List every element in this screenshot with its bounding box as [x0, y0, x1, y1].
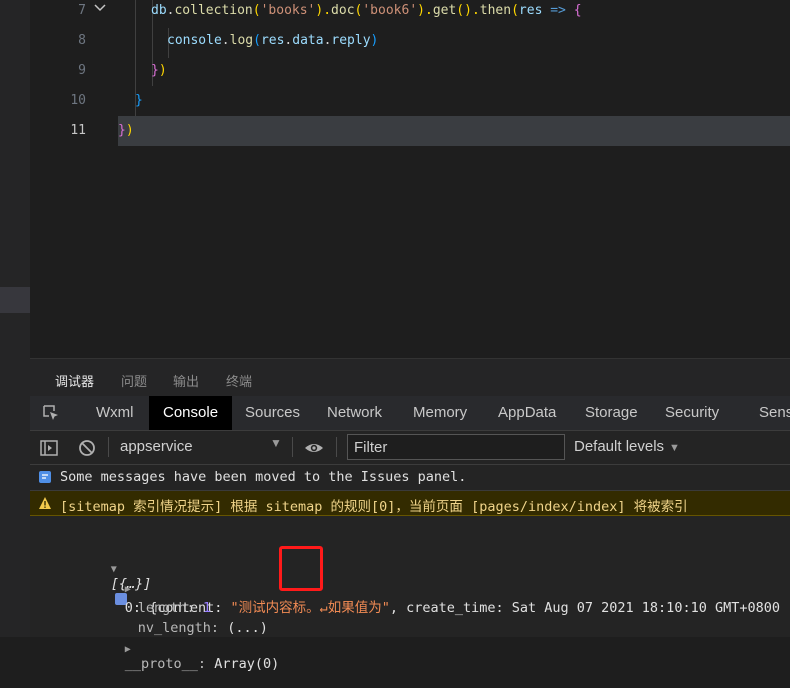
- tab-wxml[interactable]: Wxml: [82, 396, 148, 430]
- row0-rest: , create_time: Sat Aug 07 2021 18:10:10 …: [389, 600, 790, 616]
- tab-memory[interactable]: Memory: [399, 396, 481, 430]
- code-line-9[interactable]: }): [151, 63, 167, 78]
- tab-sources[interactable]: Sources: [231, 396, 314, 430]
- code-line-11[interactable]: }): [118, 123, 134, 138]
- toolbar-divider: [336, 437, 337, 457]
- code-line-7[interactable]: db.collection('books').doc('book6').get(…: [151, 3, 582, 18]
- tab-output[interactable]: 输出: [173, 371, 199, 390]
- eye-icon[interactable]: [304, 438, 324, 458]
- expand-triangle-icon[interactable]: ▶: [125, 644, 131, 655]
- line-number: 11: [70, 123, 86, 138]
- sidebar-toggle-icon[interactable]: [39, 438, 59, 458]
- sidebar-selected-item[interactable]: [0, 287, 30, 313]
- console-warning-message: [sitemap 索引情况提示] 根据 sitemap 的规则[0]，当前页面 …: [30, 491, 790, 516]
- object-row-proto[interactable]: ▶ __proto__: Array(0): [76, 624, 279, 688]
- toolbar-divider: [108, 437, 109, 457]
- proto-value: Array(0): [214, 656, 280, 672]
- code-line-10[interactable]: }: [135, 93, 143, 108]
- line-number: 8: [78, 33, 86, 48]
- inspect-element-icon[interactable]: [42, 404, 60, 422]
- tab-terminal[interactable]: 终端: [226, 371, 252, 390]
- log-levels-select[interactable]: Default levels ▼: [574, 438, 680, 455]
- context-select[interactable]: appservice: [120, 438, 193, 455]
- caret-down-icon: ▼: [669, 442, 680, 454]
- clear-console-icon[interactable]: [77, 438, 97, 458]
- line-number: 7: [78, 3, 86, 18]
- filter-input[interactable]: [348, 435, 560, 459]
- tab-console[interactable]: Console: [149, 396, 233, 430]
- code-line-8[interactable]: console.log(res.data.reply): [167, 33, 378, 48]
- line-number: 9: [78, 63, 86, 78]
- devtools-tab-bar: Wxml Console Sources Network Memory AppD…: [30, 396, 790, 431]
- tab-storage[interactable]: Storage: [571, 396, 652, 430]
- activity-sidebar: [0, 0, 30, 637]
- tab-network[interactable]: Network: [313, 396, 396, 430]
- tab-debugger[interactable]: 调试器: [55, 371, 94, 390]
- panel-tab-bar: 调试器 问题 输出 终端: [30, 358, 790, 397]
- message-icon: [39, 471, 51, 483]
- chevron-down-icon[interactable]: [92, 0, 108, 16]
- caret-down-icon[interactable]: ▼: [270, 436, 282, 450]
- tab-sensors[interactable]: Sens: [745, 396, 790, 430]
- log-levels-label: Default levels: [574, 438, 665, 455]
- line-number: 10: [70, 93, 86, 108]
- tab-security[interactable]: Security: [651, 396, 733, 430]
- console-info-message: Some messages have been moved to the Iss…: [30, 465, 790, 491]
- tab-appdata[interactable]: AppData: [484, 396, 570, 430]
- tab-problems[interactable]: 问题: [121, 371, 147, 390]
- current-line-highlight: [118, 116, 790, 146]
- warning-message-text: [sitemap 索引情况提示] 根据 sitemap 的规则[0]，当前页面 …: [60, 499, 688, 515]
- annotation-highlight-box: [279, 546, 323, 591]
- console-toolbar: appservice ▼ Default levels ▼: [30, 431, 790, 465]
- toolbar-divider: [292, 437, 293, 457]
- console-output: Some messages have been moved to the Iss…: [30, 465, 790, 672]
- filter-field[interactable]: [347, 434, 565, 460]
- devtools-panel: Wxml Console Sources Network Memory AppD…: [30, 396, 790, 672]
- warning-icon: [39, 497, 51, 509]
- code-editor[interactable]: 7 8 9 10 11 db.collection('books').doc('…: [30, 0, 790, 358]
- info-message-text: Some messages have been moved to the Iss…: [60, 469, 467, 485]
- proto-key: __proto__:: [124, 656, 207, 672]
